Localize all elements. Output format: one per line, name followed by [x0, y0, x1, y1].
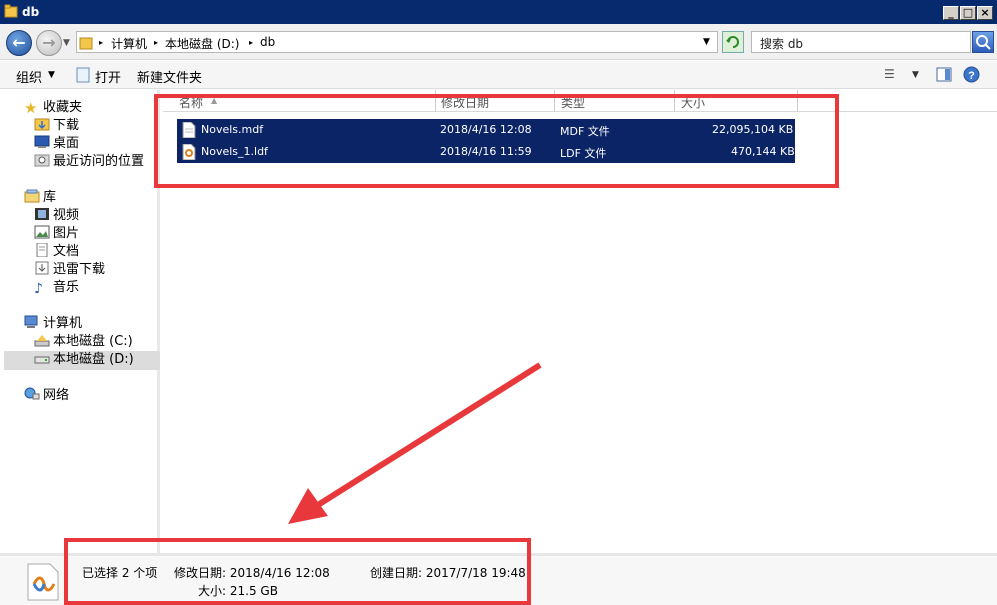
breadcrumb-drive-d[interactable]: 本地磁盘 (D:) [165, 35, 239, 52]
refresh-button[interactable] [722, 31, 744, 53]
download-folder-icon [34, 261, 50, 275]
annotation-box-files [154, 94, 839, 188]
search-icon [976, 35, 991, 50]
organize-button[interactable]: 组织 [16, 67, 42, 86]
search-placeholder: 搜索 db [760, 37, 804, 51]
chevron-right-icon: ▸ [249, 38, 254, 47]
history-dropdown-icon[interactable]: ▼ [63, 38, 70, 48]
organize-dropdown-icon[interactable]: ▼ [48, 70, 55, 80]
search-input[interactable]: 搜索 db [751, 31, 971, 53]
nav-computer[interactable]: 计算机 [24, 315, 82, 333]
nav-desktop[interactable]: 桌面 [34, 135, 79, 153]
maximize-button[interactable]: □ [960, 6, 976, 20]
downloads-folder-icon [34, 117, 50, 131]
open-file-icon [76, 67, 90, 86]
nav-xunlei-downloads[interactable]: 迅雷下载 [34, 261, 105, 279]
library-icon [24, 189, 40, 203]
breadcrumb-db[interactable]: db [260, 35, 275, 49]
nav-music[interactable]: ♪ 音乐 [34, 279, 79, 297]
drive-icon [34, 351, 50, 365]
title-bar: db [0, 0, 997, 24]
folder-icon [79, 34, 93, 53]
nav-documents[interactable]: 文档 [34, 242, 79, 261]
network-icon [24, 387, 40, 401]
refresh-icon [726, 36, 739, 48]
back-button[interactable]: ← [6, 30, 32, 56]
breadcrumb-computer[interactable]: 计算机 [111, 35, 147, 52]
chevron-down-icon[interactable]: ▼ [703, 37, 710, 47]
minimize-button[interactable]: _ [943, 6, 959, 20]
new-folder-button[interactable]: 新建文件夹 [137, 67, 202, 86]
computer-icon [24, 315, 40, 329]
preview-pane-icon[interactable] [936, 67, 952, 85]
nav-libraries[interactable]: 库 [24, 189, 56, 207]
close-button[interactable]: × [977, 6, 993, 20]
desktop-icon [34, 135, 50, 149]
open-button[interactable]: 打开 [95, 67, 121, 86]
annotation-arrow-icon [288, 362, 542, 524]
chevron-right-icon: ▸ [99, 38, 104, 47]
folder-icon [4, 4, 18, 18]
music-icon: ♪ [34, 281, 43, 297]
nav-videos[interactable]: 视频 [34, 207, 79, 225]
picture-icon [34, 225, 50, 239]
system-drive-icon [34, 333, 50, 347]
star-icon: ★ [24, 99, 38, 117]
nav-pictures[interactable]: 图片 [34, 225, 79, 243]
nav-favorites[interactable]: ★ 收藏夹 [24, 99, 82, 117]
forward-button[interactable]: → [36, 30, 62, 56]
view-dropdown-icon[interactable]: ▼ [912, 70, 919, 80]
multi-file-icon [26, 562, 60, 605]
arrow-right-icon: → [42, 33, 56, 52]
nav-drive-d[interactable]: 本地磁盘 (D:) [34, 351, 134, 369]
video-icon [34, 207, 50, 221]
address-path[interactable]: ▸ 计算机 ▸ 本地磁盘 (D:) ▸ db ▼ [76, 31, 718, 53]
search-button[interactable] [972, 31, 994, 53]
help-icon[interactable]: ? [963, 66, 980, 86]
nav-drive-c[interactable]: 本地磁盘 (C:) [34, 333, 133, 351]
nav-network[interactable]: 网络 [24, 387, 69, 405]
window-title: db [22, 5, 40, 19]
annotation-box-details [64, 538, 531, 605]
nav-recent-places[interactable]: 最近访问的位置 [34, 153, 144, 171]
arrow-left-icon: ← [12, 33, 26, 52]
document-icon [34, 242, 50, 258]
recent-places-icon [34, 153, 50, 167]
chevron-right-icon: ▸ [154, 38, 159, 47]
nav-downloads[interactable]: 下载 [34, 117, 79, 135]
svg-text:?: ? [968, 70, 975, 82]
view-options-icon[interactable]: ☰ [884, 67, 895, 81]
